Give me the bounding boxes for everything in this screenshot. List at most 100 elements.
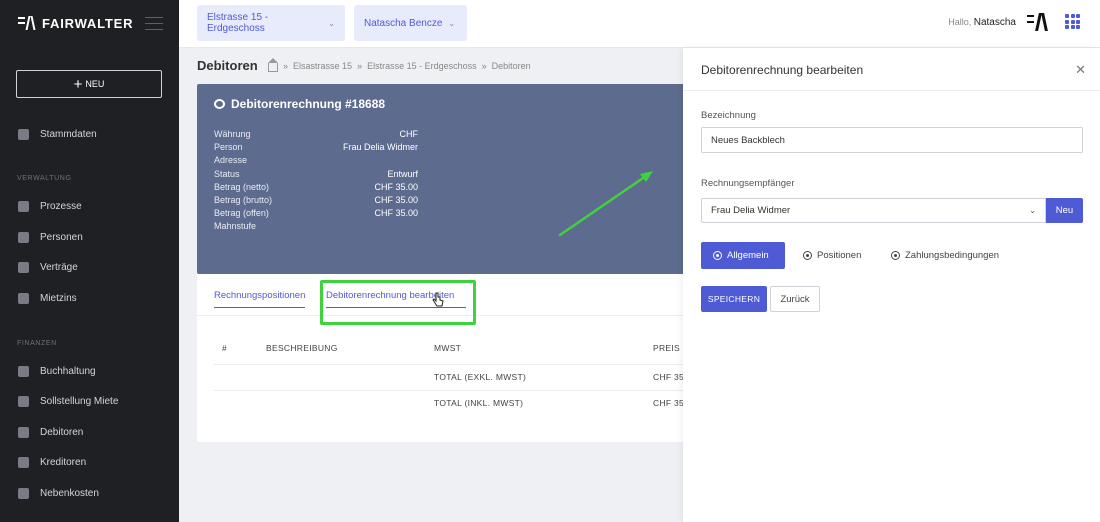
breadcrumb-item[interactable]: Debitoren (492, 61, 531, 71)
menu-toggle-icon[interactable] (145, 17, 163, 35)
sidebar-item-stammdaten[interactable]: Stammdaten (18, 129, 97, 140)
detail-key: Währung (214, 129, 251, 139)
tabs-divider (197, 315, 687, 316)
tab-zahlungsbedingungen[interactable]: Zahlungsbedingungen (879, 242, 1011, 269)
sidebar-item-mietzins[interactable]: Mietzins (18, 293, 77, 304)
detail-row: Betrag (brutto) CHF 35.00 (214, 195, 418, 208)
plus-icon: + (73, 75, 83, 93)
property-select[interactable]: Elstrasse 15 - Erdgeschoss ⌄ (197, 5, 345, 41)
table-divider (214, 390, 687, 391)
detail-key: Status (214, 168, 240, 179)
tab-positionen[interactable]: Positionen (791, 242, 873, 269)
detail-key: Betrag (offen) (214, 208, 269, 219)
ledger-icon (18, 366, 29, 377)
tab-rechnungspositionen[interactable]: Rechnungspositionen (214, 290, 306, 308)
user-select-value: Natascha Bencze (364, 17, 443, 29)
save-button[interactable]: SPEICHERN (701, 286, 767, 312)
detail-row: Person Frau Delia Widmer (214, 142, 418, 155)
sidebar-item-label: Stammdaten (40, 129, 97, 140)
sidebar-item-prozesse[interactable]: Prozesse (18, 201, 82, 212)
coins-icon (18, 293, 29, 304)
sidebar-item-label: Kreditoren (40, 457, 87, 468)
home-icon[interactable] (268, 58, 278, 72)
property-select-value: Elstrasse 15 - Erdgeschoss (207, 12, 269, 34)
fairwalter-logo-icon (18, 14, 38, 32)
sidebar-item-debitoren[interactable]: Debitoren (18, 427, 83, 438)
tab-debitorenrechnung-bearbeiten[interactable]: Debitorenrechnung bearbeiten (326, 290, 466, 308)
chevron-down-icon: ⌄ (448, 18, 456, 28)
total-excl-label: TOTAL (EXKL. MWST) (434, 372, 527, 382)
user-avatar-icon[interactable] (1026, 11, 1048, 33)
close-icon[interactable]: ✕ (1075, 63, 1086, 76)
new-recipient-button[interactable]: Neu (1046, 198, 1083, 223)
tab-label: Zahlungsbedingungen (905, 250, 1000, 261)
detail-value: CHF 35.00 (374, 194, 418, 205)
detail-row: Betrag (offen) CHF 35.00 (214, 208, 418, 221)
database-icon (18, 129, 29, 140)
breadcrumb-sep: » (357, 61, 363, 71)
sidebar-item-kreditoren[interactable]: Kreditoren (18, 457, 86, 468)
greeting: Hallo, Natascha (948, 17, 1016, 28)
detail-value: Entwurf (387, 168, 418, 179)
contract-icon (18, 262, 29, 273)
detail-value: CHF (399, 129, 419, 139)
sidebar-section-verwaltung: VERWALTUNG (17, 175, 72, 182)
detail-value: CHF 35.00 (374, 208, 418, 219)
invoice-title-text: Debitorenrechnung #18688 (231, 97, 386, 111)
column-header-beschreibung: BESCHREIBUNG (266, 343, 338, 353)
gear-icon (803, 251, 812, 260)
detail-row: Betrag (netto) CHF 35.00 (214, 182, 418, 195)
detail-value: CHF 35.00 (374, 181, 418, 192)
breadcrumb-item[interactable]: Elstrasse 15 - Erdgeschoss (367, 61, 477, 71)
brand-logo[interactable]: FAIRWALTER (18, 14, 133, 32)
sidebar-item-label: Sollstellung Miete (40, 396, 119, 407)
coins-icon (18, 427, 29, 438)
empfaenger-value: Frau Delia Widmer (711, 205, 791, 216)
bezeichnung-value: Neues Backblech (711, 134, 785, 146)
sidebar-item-label: Mietzins (40, 293, 77, 304)
gear-icon (713, 251, 722, 260)
coins-icon (18, 396, 29, 407)
hand-cursor-icon (432, 292, 444, 307)
detail-key: Person (214, 142, 243, 153)
breadcrumb-item[interactable]: Elsastrasse 15 (293, 61, 352, 71)
sidebar-item-buchhaltung[interactable]: Buchhaltung (18, 366, 96, 377)
empfaenger-select[interactable]: Frau Delia Widmer ⌄ (701, 198, 1046, 223)
detail-row: Adresse (214, 155, 418, 168)
sidebar-item-label: Debitoren (40, 427, 84, 438)
sidebar-item-label: Prozesse (40, 201, 82, 212)
sidebar-item-sollstellung[interactable]: Sollstellung Miete (18, 396, 118, 407)
new-button[interactable]: + NEU (16, 70, 162, 98)
list-icon (18, 201, 29, 212)
sidebar-item-label: Personen (40, 232, 83, 243)
tab-label: Allgemein (727, 250, 769, 261)
total-incl-value: CHF 35 (653, 398, 685, 408)
sidebar-item-vertraege[interactable]: Verträge (18, 262, 78, 273)
tab-label: Positionen (817, 250, 862, 261)
detail-key: Betrag (netto) (214, 181, 270, 192)
page-title: Debitoren (197, 58, 258, 73)
apps-grid-icon[interactable] (1065, 14, 1080, 29)
drawer-title: Debitorenrechnung bearbeiten (701, 63, 864, 77)
empfaenger-label: Rechnungsempfänger (701, 178, 795, 189)
sidebar-item-nebenkosten[interactable]: Nebenkosten (18, 488, 99, 499)
invoice-title: Debitorenrechnung #18688 (214, 97, 385, 111)
sidebar-item-personen[interactable]: Personen (18, 232, 83, 243)
back-button[interactable]: Zurück (770, 286, 820, 312)
chevron-down-icon: ⌄ (1029, 206, 1036, 215)
bezeichnung-input[interactable]: Neues Backblech (701, 127, 1083, 153)
detail-key: Adresse (214, 155, 248, 166)
breadcrumb-sep: » (481, 61, 487, 71)
sidebar-item-label: Buchhaltung (40, 366, 96, 377)
bezeichnung-label: Bezeichnung (701, 110, 756, 121)
detail-row: Mahnstufe (214, 221, 418, 234)
user-select[interactable]: Natascha Bencze ⌄ (354, 5, 467, 41)
total-excl-value: CHF 35 (653, 372, 685, 382)
detail-key: Betrag (brutto) (214, 194, 273, 205)
people-icon (18, 232, 29, 243)
brand-name: FAIRWALTER (42, 15, 134, 31)
greeting-name: Natascha (973, 17, 1016, 28)
gear-icon (891, 251, 900, 260)
breadcrumb-sep: » (283, 61, 289, 71)
tab-allgemein[interactable]: Allgemein (701, 242, 785, 269)
